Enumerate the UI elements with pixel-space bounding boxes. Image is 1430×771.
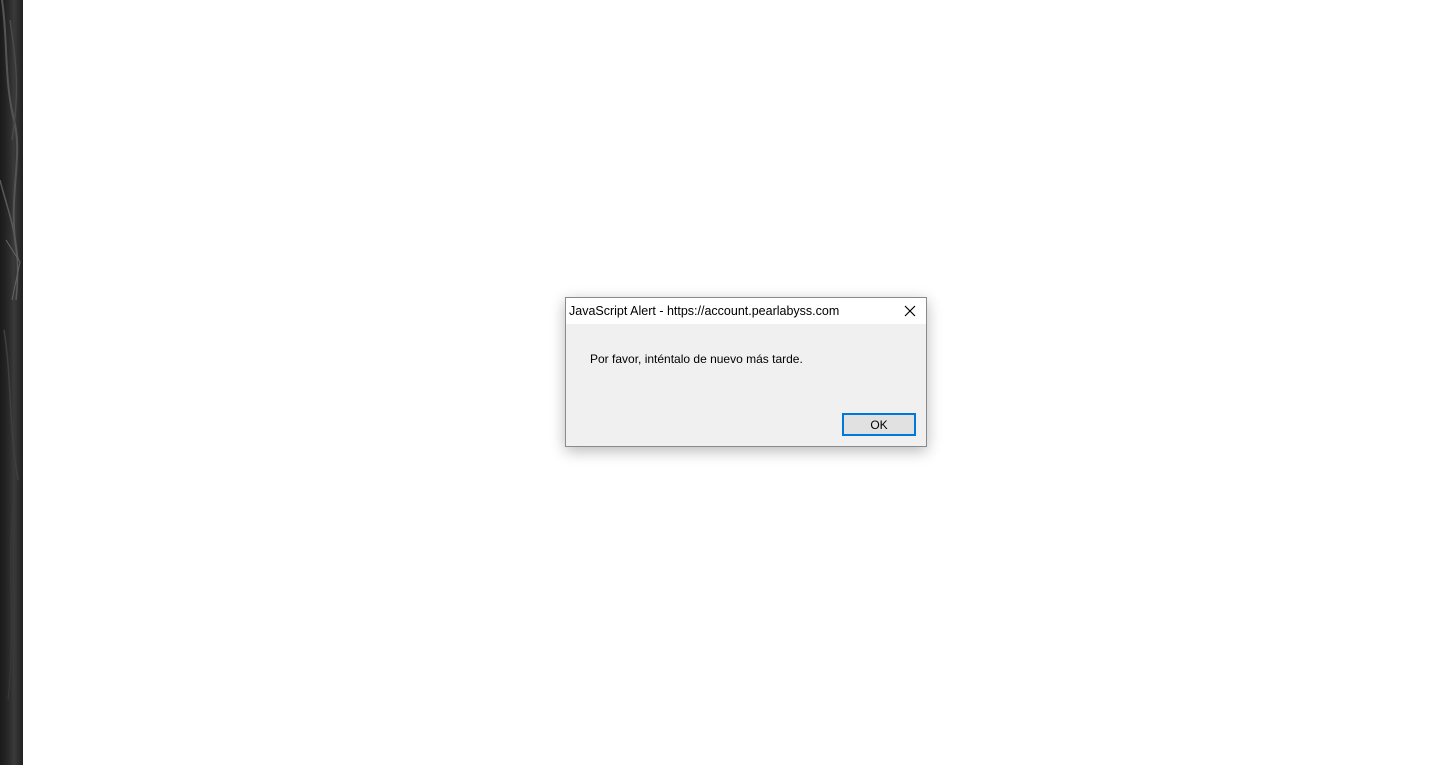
- tree-branches-decoration: [0, 0, 21, 701]
- bottom-edge: [0, 765, 1430, 771]
- dialog-titlebar[interactable]: JavaScript Alert - https://account.pearl…: [566, 298, 926, 324]
- javascript-alert-dialog: JavaScript Alert - https://account.pearl…: [565, 297, 927, 447]
- browser-page: JavaScript Alert - https://account.pearl…: [0, 0, 1430, 771]
- close-button[interactable]: [894, 298, 926, 324]
- close-icon: [904, 305, 916, 317]
- dialog-title: JavaScript Alert - https://account.pearl…: [569, 304, 840, 318]
- alert-message: Por favor, inténtalo de nuevo más tarde.: [590, 352, 803, 366]
- ok-button[interactable]: OK: [842, 413, 916, 436]
- background-image-strip: [0, 0, 23, 765]
